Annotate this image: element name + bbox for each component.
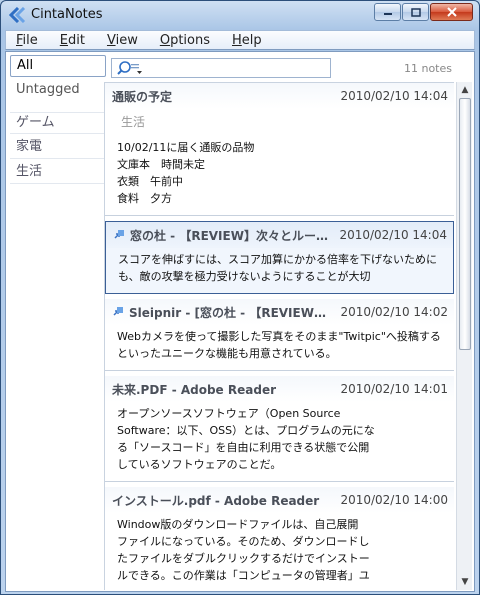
note-date: 2010/02/10 14:01 (340, 382, 448, 396)
note-header: インストール.pdf - Adobe Reader 2010/02/10 14:… (105, 487, 454, 513)
menu-edit-accel: E (59, 32, 68, 48)
note-line: 10/02/11に届く通販の品物 (117, 141, 255, 154)
tag-sidebar: All Untagged ゲーム 家電 生活 (10, 55, 106, 587)
tag-life[interactable]: 生活 (10, 162, 106, 184)
scroll-thumb[interactable] (459, 98, 471, 350)
menu-help-label: elp (241, 32, 262, 48)
note-line: Software：以下、OSS）とは、プログラムの元にな (117, 424, 375, 437)
menu-view-label: iew (115, 32, 138, 48)
note-date: 2010/02/10 14:04 (339, 228, 447, 242)
search-icon (117, 61, 142, 75)
note-body: Window版のダウンロードファイルは、自己展開 ファイルになっている。そのため… (105, 513, 454, 590)
tag-game[interactable]: ゲーム (10, 112, 106, 134)
note-title: 未来.PDF - Adobe Reader (112, 382, 276, 397)
minimize-icon (383, 13, 392, 15)
note-tag: 生活 (121, 115, 146, 129)
menu-bar: File Edit View Options Help (5, 30, 475, 50)
note-line: しているソフトウェアのことだ。 (117, 458, 282, 471)
note-item-selected[interactable]: 窓の杜 - 【REVIEW】次々とルール... 2010/02/10 14:04… (105, 221, 454, 294)
close-button[interactable] (430, 3, 473, 21)
note-line: る「ソースコード」を自由に利用できる状態で公開 (117, 441, 370, 454)
note-header: 窓の杜 - 【REVIEW】次々とルール... 2010/02/10 14:04 (106, 222, 453, 248)
minimize-button[interactable] (374, 3, 401, 21)
note-item[interactable]: 未来.PDF - Adobe Reader 2010/02/10 14:01 オ… (105, 376, 454, 482)
note-line: ファイルになっている。そのため、ダウンロードし (117, 535, 370, 548)
cintanotes-logo-icon (9, 7, 26, 23)
note-body: オープンソースソフトウェア（Open Source Software：以下、OS… (105, 402, 454, 481)
note-line: も、敵の攻撃を極力受けないようにすることが大切 (118, 270, 371, 283)
menu-options[interactable]: Options (160, 33, 210, 48)
note-item[interactable]: 通販の予定 2010/02/10 14:04 生活 10/02/11に届く通販の… (105, 83, 454, 216)
web-link-icon (114, 230, 124, 239)
note-line: 文庫本 時間未定 (117, 158, 205, 171)
note-list[interactable]: 通販の予定 2010/02/10 14:04 生活 10/02/11に届く通販の… (104, 82, 454, 590)
menu-help[interactable]: Help (232, 33, 262, 48)
close-icon (446, 7, 457, 17)
tag-all[interactable]: All (10, 55, 106, 77)
note-line: Window版のダウンロードファイルは、自己展開 (117, 518, 359, 531)
menu-edit[interactable]: Edit (60, 33, 85, 48)
window-title: CintaNotes (31, 7, 103, 22)
app-window: CintaNotes File Edit View Options Help A… (0, 0, 480, 595)
menu-help-accel: H (232, 32, 242, 48)
note-header: Sleipnir - [窓の杜 - 【REVIEW】シ... 2010/02/1… (105, 299, 454, 325)
menu-view[interactable]: View (107, 33, 138, 48)
note-line: オープンソースソフトウェア（Open Source (117, 407, 341, 420)
note-item[interactable]: インストール.pdf - Adobe Reader 2010/02/10 14:… (105, 487, 454, 590)
menu-file-label: ile (22, 32, 38, 48)
note-line: たファイルをダブルクリックするだけでインストー (117, 552, 370, 565)
scroll-up-arrow-icon[interactable]: ▲ (459, 84, 471, 96)
menu-options-label: ptions (170, 32, 210, 48)
note-count: 11 notes (403, 62, 452, 75)
search-input[interactable] (111, 58, 331, 78)
menu-options-accel: O (159, 32, 171, 48)
note-item[interactable]: Sleipnir - [窓の杜 - 【REVIEW】シ... 2010/02/1… (105, 299, 454, 371)
note-line: 食料 夕方 (117, 192, 172, 205)
note-date: 2010/02/10 14:02 (340, 305, 448, 319)
tag-appliances[interactable]: 家電 (10, 137, 106, 159)
note-header: 通販の予定 2010/02/10 14:04 (105, 83, 454, 109)
note-date: 2010/02/10 14:00 (340, 493, 448, 507)
note-line: Webカメラを使って撮影した写真をそのまま"Twitpic"へ投稿する (117, 330, 441, 343)
main-area: All Untagged ゲーム 家電 生活 11 notes 通販の予定 20… (5, 51, 475, 592)
note-line: ルできる。この作業は「コンピュータの管理者」ユ (117, 569, 370, 582)
note-header: 未来.PDF - Adobe Reader 2010/02/10 14:01 (105, 376, 454, 402)
maximize-button[interactable] (402, 3, 429, 21)
note-line: 衣類 午前中 (117, 175, 183, 188)
menu-view-accel: V (106, 32, 116, 48)
scroll-down-arrow-icon[interactable]: ▼ (459, 576, 471, 588)
web-link-icon (113, 307, 123, 316)
menu-edit-label: dit (68, 32, 85, 48)
menu-file[interactable]: File (16, 33, 38, 48)
maximize-icon (410, 7, 421, 17)
note-body: 10/02/11に届く通販の品物 文庫本 時間未定 衣類 午前中 食料 夕方 (105, 136, 454, 215)
note-line: といったユニークな機能も用意されている。 (117, 347, 337, 360)
note-title: インストール.pdf - Adobe Reader (112, 493, 320, 508)
note-title: 通販の予定 (112, 89, 173, 104)
note-title: 窓の杜 - 【REVIEW】次々とルール... (130, 228, 334, 243)
note-list-scrollbar[interactable]: ▲ ▼ (456, 82, 472, 590)
note-line: スコアを伸ばすには、スコア加算にかかる倍率を下げないために (118, 253, 437, 266)
note-body: スコアを伸ばすには、スコア加算にかかる倍率を下げないために も、敵の攻撃を極力受… (106, 248, 453, 293)
tag-untagged[interactable]: Untagged (10, 80, 106, 102)
note-body: Webカメラを使って撮影した写真をそのまま"Twitpic"へ投稿する といった… (105, 325, 454, 370)
note-title: Sleipnir - [窓の杜 - 【REVIEW】シ... (129, 305, 335, 320)
title-bar[interactable]: CintaNotes (1, 1, 479, 29)
note-date: 2010/02/10 14:04 (340, 89, 448, 103)
